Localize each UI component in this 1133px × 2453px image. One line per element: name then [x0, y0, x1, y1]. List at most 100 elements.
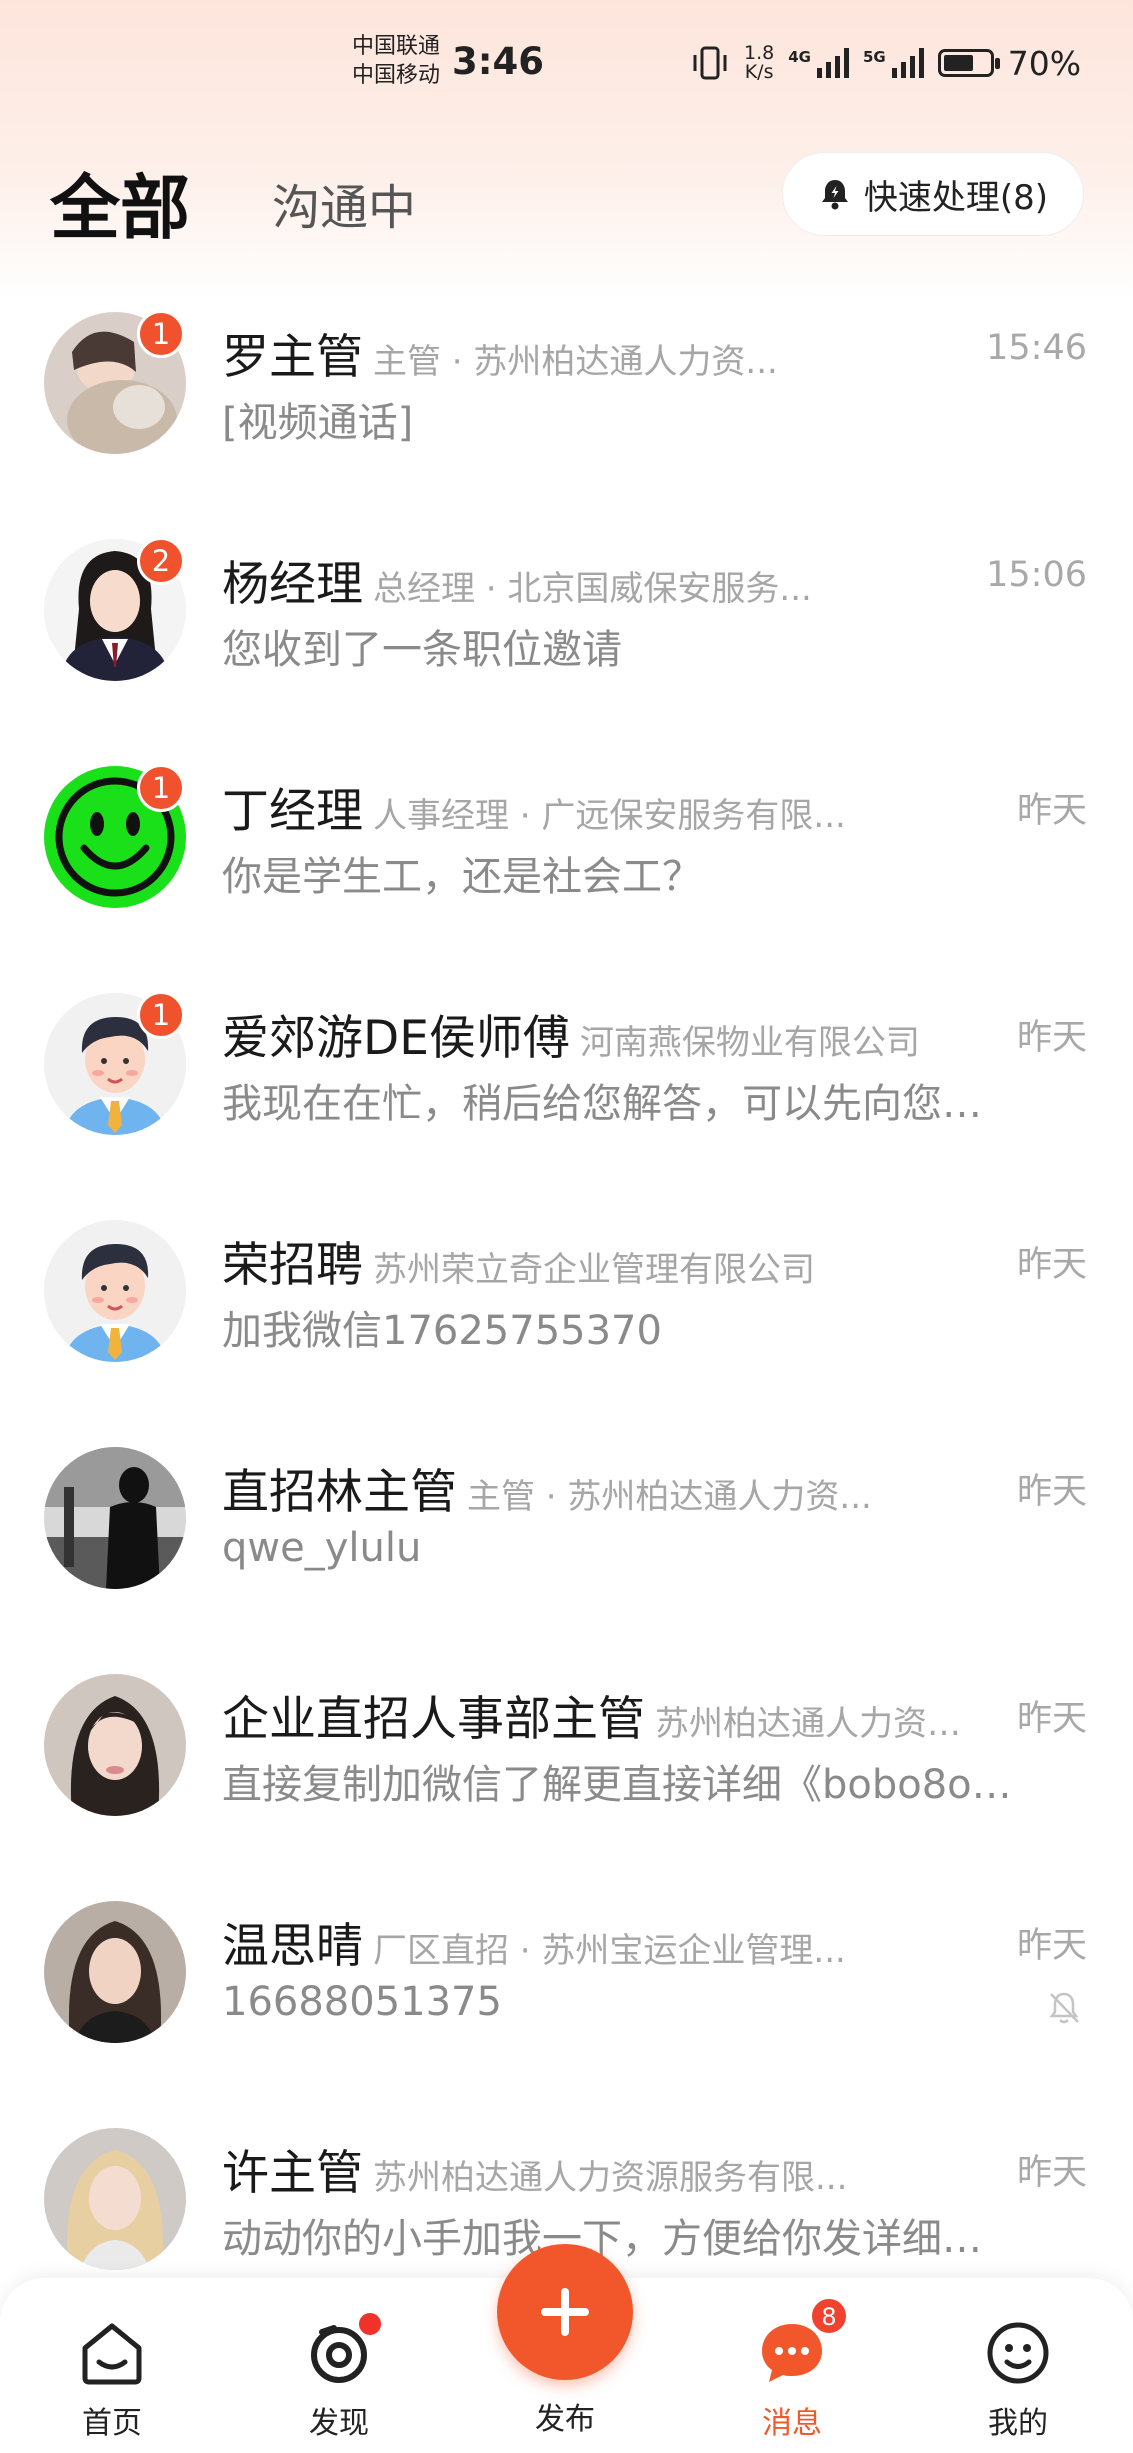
signal-4g-icon: 4G [788, 48, 849, 78]
publish-label: 发布 [535, 2402, 595, 2437]
quick-process-label: 快速处理(8) [863, 177, 1049, 218]
conversation-title: 企业直招人事部主管 苏州柏达通人力资… [222, 1680, 1012, 1740]
conversation-row[interactable]: 直招林主管 主管 · 苏州柏达通人力资... 昨天 qwe_ylulu [0, 1425, 1133, 1652]
unread-badge: 1 [137, 991, 185, 1039]
plus-icon [541, 2288, 589, 2336]
message-list-screen: 中国联通 中国移动 3:46 1.8 K/s 4G 5G 70% 全部 沟通中 … [0, 0, 1133, 2453]
conversation-title: 许主管 苏州柏达通人力资源服务有限... [222, 2134, 1012, 2194]
contact-name: 荣招聘 [222, 1238, 363, 1286]
contact-name: 罗主管 [222, 330, 363, 378]
profile-smile-icon [983, 2318, 1053, 2388]
contact-company: 主管 · 苏州柏达通人力资... [373, 342, 778, 378]
conversation-row[interactable]: 1 丁经理 人事经理 · 广远保安服务有限... 昨天 你是学生工，还是社会工？ [0, 744, 1133, 971]
photo-blonde-woman-avatar [44, 2128, 186, 2270]
message-time: 昨天 [1016, 1245, 1087, 1285]
conversation-title: 罗主管 主管 · 苏州柏达通人力资... [222, 318, 1012, 378]
status-indicators: 1.8 K/s 4G 5G 70% [690, 38, 1081, 88]
conversation-title: 直招林主管 主管 · 苏州柏达通人力资... [222, 1453, 1012, 1513]
carrier-1: 中国联通 [352, 34, 441, 59]
quick-process-button[interactable]: 快速处理(8) [782, 152, 1084, 236]
network-speed: 1.8 K/s [744, 44, 774, 82]
network-speed-unit: K/s [744, 61, 774, 83]
unread-badge: 1 [137, 764, 185, 812]
conversation-row[interactable]: 温思晴 厂区直招 · 苏州宝运企业管理... 昨天 16688051375 [0, 1879, 1133, 2106]
nav-mine[interactable]: 我的 [948, 2318, 1088, 2441]
contact-name: 许主管 [222, 2146, 363, 2194]
home-icon [77, 2318, 147, 2388]
conversation-title: 温思晴 厂区直招 · 苏州宝运企业管理... [222, 1907, 1012, 1967]
cartoon-man-avatar [44, 1220, 186, 1362]
mute-bell-icon [1049, 1992, 1079, 2024]
message-time: 15:46 [986, 328, 1087, 368]
message-time: 昨天 [1016, 791, 1087, 831]
message-time: 15:06 [986, 555, 1087, 595]
status-time: 3:46 [452, 40, 545, 83]
conversation-title: 荣招聘 苏州荣立奇企业管理有限公司 [222, 1226, 1012, 1286]
conversation-title: 爱郊游DE侯师傅 河南燕保物业有限公司 [222, 999, 1012, 1059]
last-message: qwe_ylulu [222, 1525, 422, 1571]
nav-home-label: 首页 [82, 2406, 142, 2441]
vibrate-icon [693, 46, 727, 80]
conversation-list: 1 罗主管 主管 · 苏州柏达通人力资... 15:46 [视频通话] 2 杨经理… [0, 290, 1133, 2333]
tab-all[interactable]: 全部 [50, 152, 190, 253]
contact-company: 主管 · 苏州柏达通人力资... [467, 1477, 872, 1513]
tab-chatting[interactable]: 沟通中 [272, 168, 416, 238]
photo-woman-dark-avatar [44, 1901, 186, 2043]
nav-messages-label: 消息 [762, 2406, 822, 2441]
photo-bw-man-avatar [44, 1447, 186, 1589]
contact-name: 温思晴 [222, 1919, 363, 1967]
contact-company: 苏州柏达通人力资源服务有限... [373, 2158, 848, 2194]
conversation-row[interactable]: 1 爱郊游DE侯师傅 河南燕保物业有限公司 昨天 我现在在忙，稍后给您解答，可以先… [0, 971, 1133, 1198]
nav-home[interactable]: 首页 [42, 2318, 182, 2441]
message-header: 全部 沟通中 快速处理(8) [0, 140, 1133, 250]
conversation-row[interactable]: 企业直招人事部主管 苏州柏达通人力资… 昨天 直接复制加微信了解更直接详细《bob… [0, 1652, 1133, 1879]
status-bar: 中国联通 中国移动 3:46 1.8 K/s 4G 5G 70% [0, 0, 1133, 130]
conversation-row[interactable]: 荣招聘 苏州荣立奇企业管理有限公司 昨天 加我微信17625755370 [0, 1198, 1133, 1425]
unread-badge: 1 [137, 310, 185, 358]
contact-company: 苏州柏达通人力资… [655, 1704, 961, 1740]
nav-discover-label: 发现 [309, 2406, 369, 2441]
contact-company: 河南燕保物业有限公司 [579, 1023, 920, 1059]
signal-5g-label: 5G [862, 48, 886, 66]
bell-icon [821, 180, 848, 210]
discover-dot [356, 2310, 384, 2338]
message-time: 昨天 [1016, 1018, 1087, 1058]
message-icon: 8 [757, 2296, 849, 2388]
last-message: 直接复制加微信了解更直接详细《bobo8o… [222, 1762, 1012, 1808]
nav-messages[interactable]: 8 消息 [722, 2296, 862, 2441]
nav-discover[interactable]: 发现 [269, 2310, 409, 2441]
nav-mine-label: 我的 [988, 2406, 1048, 2441]
last-message: 动动你的小手加我一下，方便给你发详细… [222, 2216, 982, 2262]
last-message: [视频通话] [222, 400, 414, 446]
last-message: 我现在在忙，稍后给您解答，可以先向您… [222, 1081, 982, 1127]
conversation-row[interactable]: 1 罗主管 主管 · 苏州柏达通人力资... 15:46 [视频通话] [0, 290, 1133, 517]
contact-company: 苏州荣立奇企业管理有限公司 [373, 1250, 815, 1286]
contact-company: 人事经理 · 广远保安服务有限... [373, 796, 846, 832]
last-message: 你是学生工，还是社会工？ [222, 854, 702, 900]
signal-4g-label: 4G [788, 48, 811, 66]
message-time: 昨天 [1016, 2153, 1087, 2193]
last-message: 16688051375 [222, 1979, 502, 2025]
message-time: 昨天 [1016, 1926, 1087, 1966]
carrier-2: 中国移动 [352, 63, 441, 88]
discover-icon [304, 2310, 384, 2388]
contact-company: 厂区直招 · 苏州宝运企业管理... [373, 1931, 846, 1967]
contact-name: 企业直招人事部主管 [222, 1692, 645, 1740]
contact-name: 杨经理 [222, 557, 363, 605]
photo-woman-avatar [44, 1674, 186, 1816]
message-time: 昨天 [1016, 1699, 1087, 1739]
message-time: 昨天 [1016, 1472, 1087, 1512]
battery-percent: 70% [1007, 43, 1082, 83]
bottom-navigation: 首页 发现 发布 8 消息 我的 [0, 2244, 1133, 2453]
last-message: 您收到了一条职位邀请 [222, 627, 622, 673]
contact-name: 丁经理 [222, 784, 363, 832]
signal-5g-icon: 5G [863, 48, 924, 78]
contact-name: 爱郊游DE侯师傅 [222, 1011, 570, 1059]
unread-badge: 2 [137, 537, 185, 585]
publish-button[interactable] [497, 2244, 633, 2380]
conversation-row[interactable]: 2 杨经理 总经理 · 北京国威保安服务... 15:06 您收到了一条职位邀请 [0, 517, 1133, 744]
conversation-title: 杨经理 总经理 · 北京国威保安服务... [222, 545, 1012, 605]
contact-company: 总经理 · 北京国威保安服务... [373, 569, 812, 605]
last-message: 加我微信17625755370 [222, 1308, 662, 1354]
battery-icon [937, 49, 1000, 77]
